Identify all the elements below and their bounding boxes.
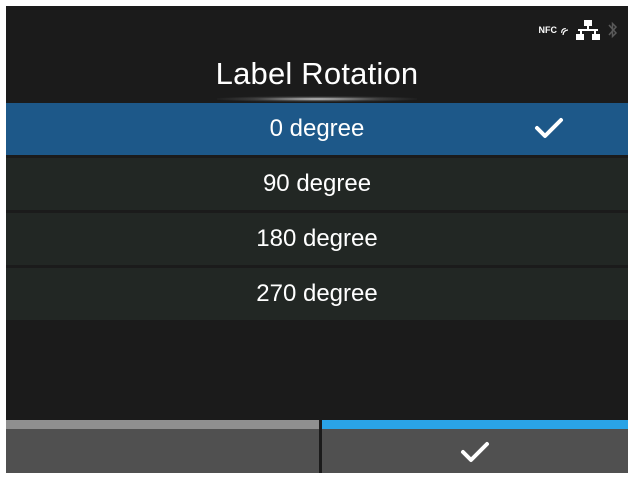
title-underline bbox=[217, 96, 417, 102]
check-icon bbox=[461, 442, 489, 462]
nfc-label: NFC bbox=[538, 25, 558, 35]
left-softkey[interactable] bbox=[6, 420, 319, 473]
nfc-icon: NFC bbox=[538, 25, 568, 35]
softkey-bar bbox=[6, 420, 628, 473]
printer-display: NFC Label Rotation 0 degree 90 degree 18… bbox=[6, 6, 628, 473]
check-icon bbox=[535, 118, 563, 138]
option-label: 90 degree bbox=[262, 170, 372, 197]
option-270-degree[interactable]: 270 degree bbox=[6, 268, 628, 320]
bluetooth-icon bbox=[608, 21, 618, 39]
option-label: 180 degree bbox=[256, 225, 378, 252]
network-icon bbox=[576, 20, 600, 40]
option-90-degree[interactable]: 90 degree bbox=[6, 158, 628, 210]
option-180-degree[interactable]: 180 degree bbox=[6, 213, 628, 265]
page-title: Label Rotation bbox=[215, 56, 419, 91]
rotation-option-list: 0 degree 90 degree 180 degree 270 degree bbox=[6, 103, 628, 323]
option-label: 270 degree bbox=[256, 280, 378, 307]
status-icons: NFC bbox=[539, 20, 619, 40]
option-0-degree[interactable]: 0 degree bbox=[6, 103, 628, 155]
option-label: 0 degree bbox=[269, 115, 365, 142]
confirm-softkey-indicator bbox=[322, 420, 628, 429]
confirm-softkey[interactable] bbox=[322, 420, 628, 473]
left-softkey-indicator bbox=[6, 420, 319, 429]
